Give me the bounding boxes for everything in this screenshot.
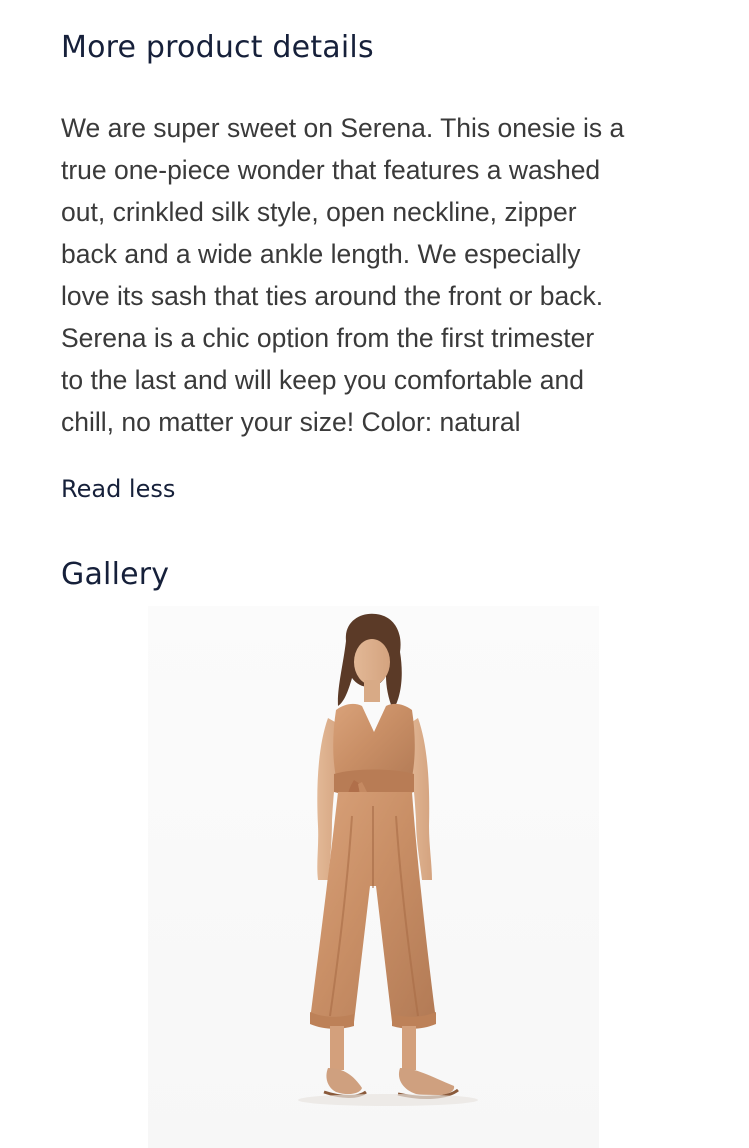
product-description: We are super sweet on Serena. This onesi… [61,113,625,437]
product-details-page: More product details We are super sweet … [0,0,749,1148]
gallery-image[interactable] [148,606,599,1148]
model-photo [298,613,478,1106]
gallery-heading: Gallery [61,557,170,592]
details-heading: More product details [61,30,374,65]
read-less-link[interactable]: Read less [61,475,175,503]
